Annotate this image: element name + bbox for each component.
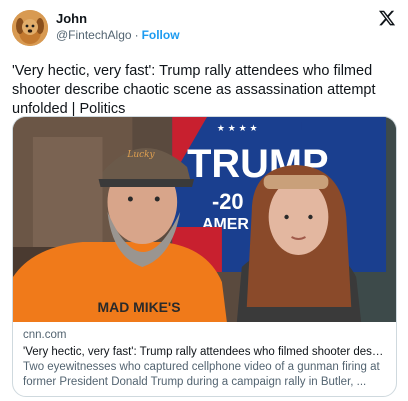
tweet-text: 'Very hectic, very fast': Trump rally at… [12, 63, 376, 117]
x-logo-icon[interactable] [378, 9, 396, 27]
link-description: Two eyewitnesses who captured cellphone … [23, 361, 380, 388]
author-handle[interactable]: @FintechAlgo [56, 28, 132, 42]
dog-avatar-icon [12, 10, 48, 46]
separator-dot: · [134, 28, 139, 42]
link-domain: cnn.com [23, 329, 67, 341]
follow-button[interactable]: Follow [142, 28, 180, 42]
banner-subtext: -20 [212, 189, 244, 214]
author-handle-row: @FintechAlgo · Follow [56, 27, 180, 43]
avatar[interactable] [12, 10, 48, 46]
svg-text:★ ★ ★ ★: ★ ★ ★ ★ [217, 124, 258, 134]
link-meta: cnn.com 'Very hectic, very fast': Trump … [13, 322, 396, 390]
tweet-card: John @FintechAlgo · Follow 'Very hectic, v… [0, 0, 408, 401]
shirt-text: MAD MIKE'S [98, 299, 181, 315]
link-preview-image: ★ ★ ★ ★ TRUMP -20 AMER MAD MIKE'S Lucky [13, 117, 396, 322]
author-display-name[interactable]: John [56, 11, 180, 27]
tweet-header: John @FintechAlgo · Follow [12, 10, 396, 46]
cap-text: Lucky [126, 150, 155, 160]
link-title: 'Very hectic, very fast': Trump rally at… [23, 346, 386, 358]
author-names: John @FintechAlgo · Follow [56, 11, 180, 43]
link-preview-card[interactable]: ★ ★ ★ ★ TRUMP -20 AMER MAD MIKE'S Lucky [12, 116, 397, 397]
